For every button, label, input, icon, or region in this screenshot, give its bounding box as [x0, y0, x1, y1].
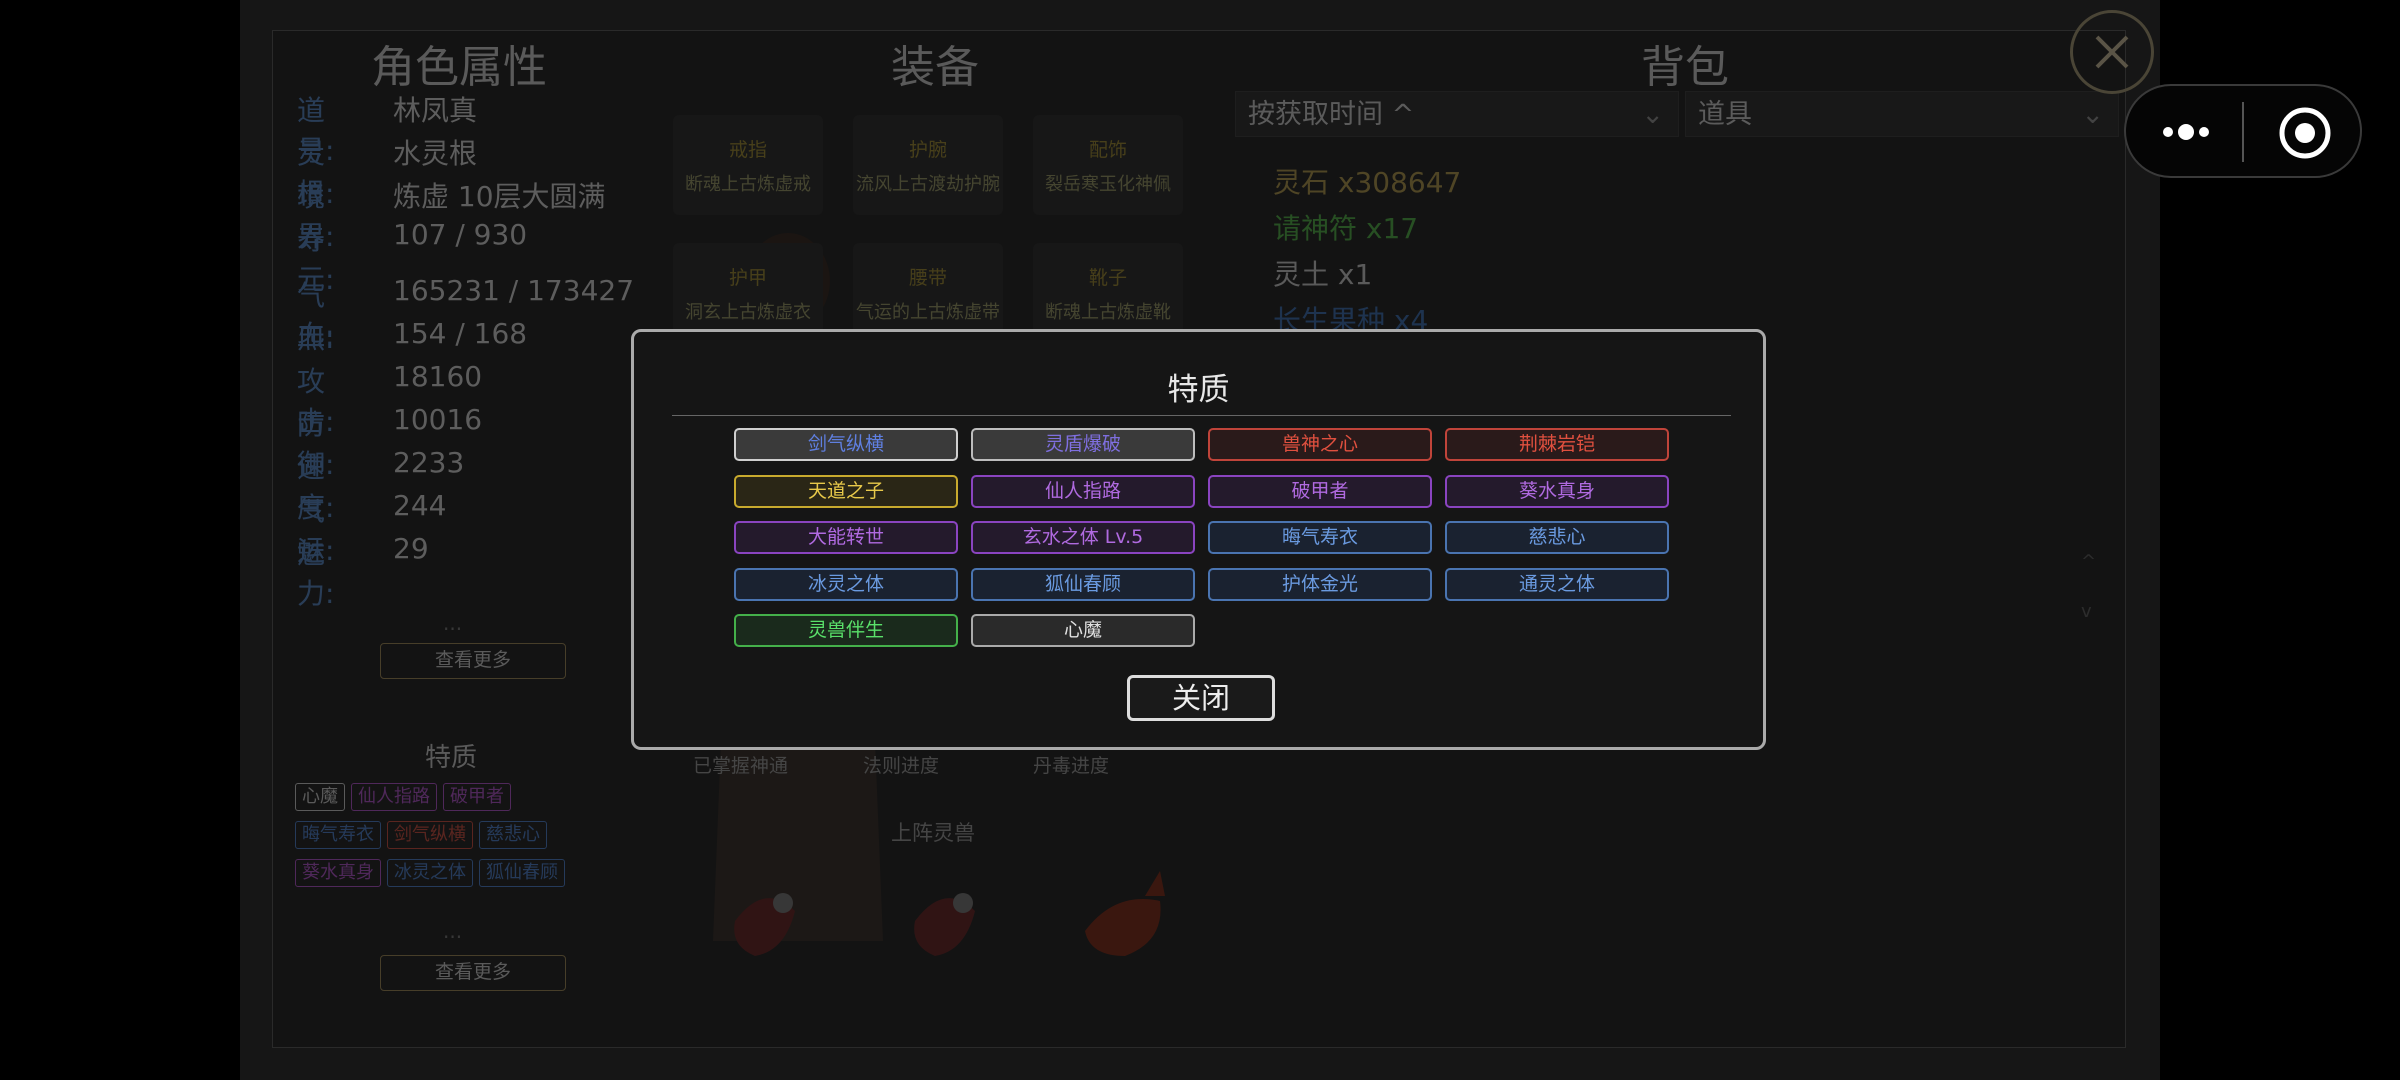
miniprogram-capsule — [2124, 84, 2362, 178]
trait-button[interactable]: 剑气纵横 — [734, 428, 958, 461]
trait-button[interactable]: 护体金光 — [1208, 567, 1432, 601]
more-dots-icon — [2163, 124, 2209, 140]
trait-button[interactable]: 心魔 — [971, 614, 1195, 647]
record-circle-icon — [2279, 107, 2331, 159]
more-menu-button[interactable] — [2156, 112, 2216, 152]
trait-button[interactable]: 荆棘岩铠 — [1445, 428, 1669, 461]
trait-button[interactable]: 玄水之体 Lv.5 — [971, 521, 1195, 554]
trait-button[interactable]: 灵盾爆破 — [971, 428, 1195, 461]
trait-button[interactable]: 葵水真身 — [1445, 474, 1669, 508]
trait-button[interactable]: 通灵之体 — [1445, 567, 1669, 601]
trait-button[interactable]: 晦气寿衣 — [1208, 521, 1432, 554]
trait-button[interactable]: 破甲者 — [1208, 474, 1432, 508]
capsule-divider — [2242, 102, 2244, 162]
close-icon — [2095, 35, 2129, 69]
trait-button[interactable]: 兽神之心 — [1208, 428, 1432, 461]
trait-button[interactable]: 天道之子 — [734, 474, 958, 508]
traits-modal: 特质 剑气纵横 灵盾爆破 兽神之心 荆棘岩铠 天道之子 仙人指路 破甲者 葵水真身 大能转世 玄水… — [631, 329, 1766, 750]
exit-miniprogram-button[interactable] — [2278, 106, 2332, 160]
trait-button[interactable]: 慈悲心 — [1445, 521, 1669, 554]
trait-button[interactable]: 狐仙春顾 — [971, 567, 1195, 601]
trait-button[interactable]: 大能转世 — [734, 521, 958, 554]
trait-button[interactable]: 仙人指路 — [971, 474, 1195, 508]
close-panel-button[interactable] — [2070, 10, 2154, 94]
trait-button[interactable]: 灵兽伴生 — [734, 614, 958, 647]
close-button[interactable]: 关闭 — [1127, 675, 1275, 721]
trait-button[interactable]: 冰灵之体 — [734, 567, 958, 601]
